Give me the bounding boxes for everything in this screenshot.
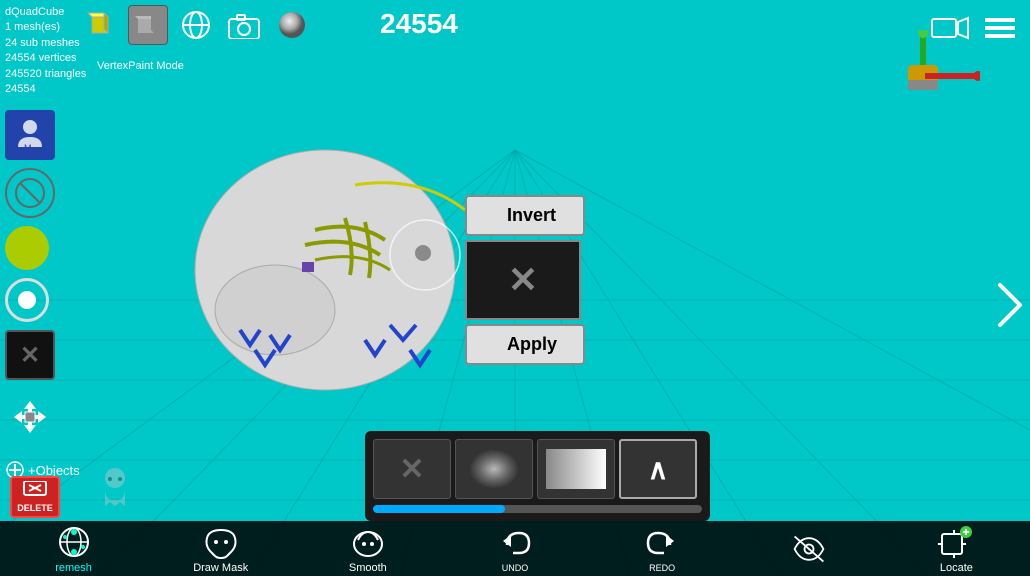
x-icon: ✕: [20, 341, 40, 370]
locate-btn[interactable]: Locate: [926, 524, 986, 574]
redo-btn[interactable]: REDO: [632, 525, 692, 573]
brush-cloud-icon: [469, 449, 519, 489]
vertex-paint-label: VertexPaint Mode: [97, 60, 184, 72]
brush-gradient-btn[interactable]: [537, 439, 615, 499]
white-ring-btn[interactable]: [5, 278, 49, 322]
color-swatch[interactable]: ✕: [465, 240, 581, 320]
sub-meshes: 24 sub meshes: [5, 36, 86, 51]
locate-label: Locate: [940, 562, 973, 574]
sphere-preview[interactable]: [272, 5, 312, 45]
brush-x-icon: ✕: [399, 452, 424, 487]
remesh-btn[interactable]: remesh: [44, 524, 104, 574]
undo-btn[interactable]: UNDO: [485, 525, 545, 573]
menu-btn[interactable]: [980, 8, 1020, 48]
smooth-label: Smooth: [349, 562, 387, 574]
delete-btn[interactable]: DELETE: [10, 476, 60, 518]
brush-progress-fill: [373, 505, 505, 513]
brush-panel: ✕ ∧: [365, 431, 710, 521]
undo-label: UNDO: [502, 563, 529, 573]
gizmo[interactable]: [870, 30, 980, 115]
nav-right-btn[interactable]: [995, 280, 1025, 335]
brush-x-btn[interactable]: ✕: [373, 439, 451, 499]
x-mark-icon: ✕: [508, 259, 538, 301]
brush-chevron-btn[interactable]: ∧: [619, 439, 697, 499]
redo-icon: [644, 525, 680, 561]
brush-gradient-icon: [546, 449, 606, 489]
remesh-icon: [56, 524, 92, 560]
redo-label: REDO: [649, 563, 675, 573]
id-count: 24554: [5, 82, 86, 97]
locate-icon: [938, 524, 974, 560]
draw-mask-icon: [203, 524, 239, 560]
hide-icon: [791, 531, 827, 567]
3d-model[interactable]: [155, 110, 475, 410]
hide-btn[interactable]: [779, 531, 839, 567]
apply-btn[interactable]: Apply: [465, 324, 585, 365]
left-sidebar: M ✕: [5, 110, 55, 442]
remesh-label: remesh: [55, 562, 92, 574]
brush-row: ✕ ∧: [373, 439, 702, 499]
smooth-icon: [350, 524, 386, 560]
screenshot-btn[interactable]: [224, 5, 264, 45]
circle-slash-btn[interactable]: [5, 168, 55, 218]
person-icon-btn[interactable]: M: [5, 110, 55, 160]
globe-icon-btn[interactable]: [176, 5, 216, 45]
cube-icon-btn[interactable]: [80, 5, 120, 45]
brush-chevron-icon: ∧: [648, 453, 669, 486]
top-left-info: dQuadCube 1 mesh(es) 24 sub meshes 24554…: [5, 5, 86, 97]
triangles-count: 245520 triangles: [5, 67, 86, 82]
invert-btn[interactable]: Invert: [465, 195, 585, 236]
brush-progress-bar[interactable]: [373, 505, 702, 513]
undo-icon: [497, 525, 533, 561]
ghost-icon: [95, 466, 135, 511]
move-btn[interactable]: [5, 392, 55, 442]
vertexpaint-cube-btn[interactable]: [128, 5, 168, 45]
brush-cloud-btn[interactable]: [455, 439, 533, 499]
mesh-count: 1 mesh(es): [5, 20, 86, 35]
black-square-btn[interactable]: ✕: [5, 330, 55, 380]
object-count: 24554: [380, 8, 458, 40]
green-circle-btn[interactable]: [5, 226, 49, 270]
smooth-btn[interactable]: Smooth: [338, 524, 398, 574]
svg-text:M: M: [24, 143, 32, 153]
bottom-toolbar: remesh Draw Mask Smooth: [0, 521, 1030, 576]
delete-label: DELETE: [17, 503, 53, 513]
draw-mask-label: Draw Mask: [193, 562, 248, 574]
draw-mask-btn[interactable]: Draw Mask: [191, 524, 251, 574]
invert-panel: Invert ✕ Apply: [465, 195, 585, 369]
vertices-count: 24554 vertices: [5, 51, 86, 66]
top-toolbar: [80, 5, 312, 45]
object-name: dQuadCube: [5, 5, 86, 20]
